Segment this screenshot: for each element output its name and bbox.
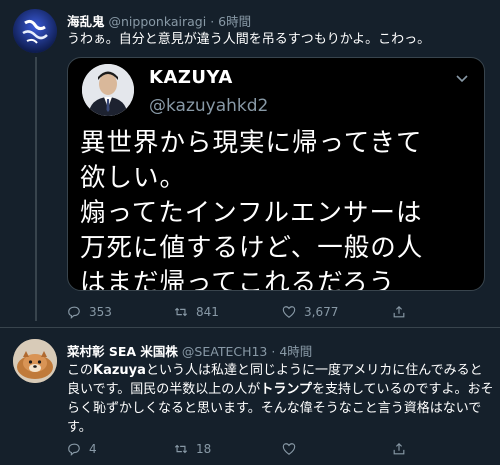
reply-count: 353 — [89, 305, 112, 319]
share-icon — [393, 442, 405, 455]
tweet-header: 海乱鬼 @nipponkairagi · 6時間 — [67, 11, 251, 30]
share-button[interactable] — [392, 305, 406, 319]
bold-text: トランプ — [260, 382, 312, 397]
like-icon — [282, 306, 296, 318]
reply-button[interactable]: 4 — [67, 442, 97, 456]
reply-count: 4 — [89, 442, 97, 456]
like-button[interactable] — [282, 442, 304, 456]
retweet-count: 841 — [196, 305, 219, 319]
avatar[interactable] — [13, 9, 57, 53]
quote-avatar — [82, 64, 134, 116]
retweet-count: 18 — [196, 442, 212, 456]
timestamp[interactable]: · 6時間 — [210, 14, 251, 29]
avatar[interactable] — [13, 339, 57, 383]
share-icon — [393, 305, 405, 318]
display-name[interactable]: 海乱鬼 — [67, 14, 105, 29]
text-fragment: この — [67, 363, 94, 378]
like-button[interactable]: 3,677 — [282, 305, 338, 319]
bold-text: Kazuya — [93, 363, 146, 378]
share-button[interactable] — [392, 442, 406, 456]
reply-icon — [68, 443, 80, 456]
retweet-icon — [174, 307, 188, 317]
quoted-tweet[interactable]: KAZUYA @kazuyahkd2 異世界から現実に帰ってきて 欲しい。 煽っ… — [67, 57, 485, 291]
like-count: 3,677 — [304, 305, 339, 319]
timestamp[interactable]: · 4時間 — [271, 344, 312, 359]
chevron-down-icon[interactable] — [454, 70, 470, 86]
reply-button[interactable]: 353 — [67, 305, 112, 319]
thread-line — [35, 57, 37, 321]
retweet-button[interactable]: 18 — [174, 442, 211, 456]
tweet-text: このKazuyaという人は私達と同じように一度アメリカに住んでみると良いです。国… — [67, 361, 495, 437]
reply-icon — [68, 306, 80, 319]
quote-text: 異世界から現実に帰ってきて 欲しい。 煽ってたインフルエンサーは 万死に値するけ… — [80, 128, 424, 291]
tweet-text: うわぁ。自分と意見が違う人間を吊るすつもりかよ。こわっ。 — [67, 32, 431, 47]
tweet-header: 菜村彰 SEA 米国株 @SEATECH13 · 4時間 — [67, 341, 312, 360]
retweet-button[interactable]: 841 — [174, 305, 219, 319]
tweet-1[interactable]: 海乱鬼 @nipponkairagi · 6時間 うわぁ。自分と意見が違う人間を… — [0, 0, 500, 321]
quote-display-name: KAZUYA — [149, 67, 233, 88]
like-icon — [282, 443, 296, 455]
retweet-icon — [174, 444, 188, 454]
handle[interactable]: @SEATECH13 — [182, 344, 267, 359]
handle[interactable]: @nipponkairagi — [109, 14, 207, 29]
quote-handle: @kazuyahkd2 — [149, 96, 269, 116]
tweet-actions: 353 841 3,677 — [67, 305, 487, 321]
tweet-2[interactable]: 菜村彰 SEA 米国株 @SEATECH13 · 4時間 このKazuyaという… — [0, 328, 500, 465]
display-name[interactable]: 菜村彰 SEA 米国株 — [67, 344, 178, 359]
tweet-actions: 4 18 — [67, 442, 487, 458]
